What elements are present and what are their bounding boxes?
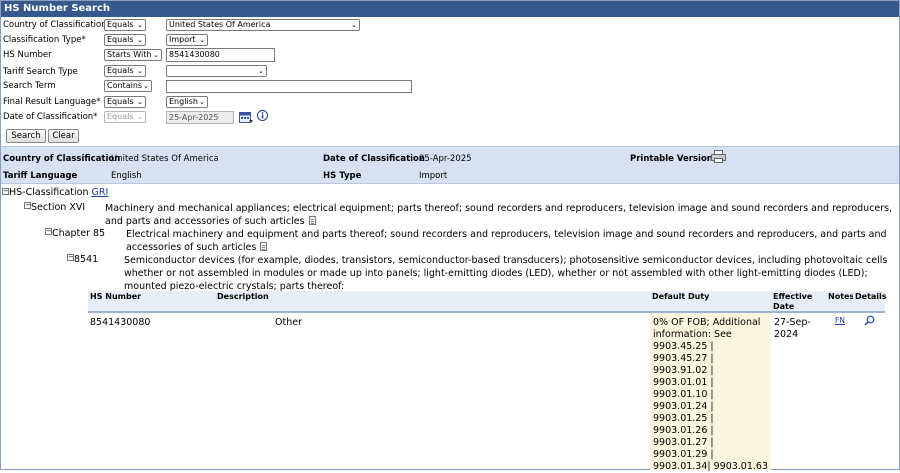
col-details: Details bbox=[853, 291, 887, 313]
tariff-search-type-operator-select[interactable]: Equals ⌄ bbox=[104, 65, 146, 77]
country-select[interactable]: United States Of America ⌄ bbox=[166, 19, 360, 31]
final-result-language-operator-value: Equals bbox=[107, 97, 134, 106]
summary-country-value: United States Of America bbox=[111, 154, 219, 164]
tariff-search-type-label: Tariff Search Type bbox=[3, 67, 78, 77]
fn-notes-link[interactable]: FN bbox=[835, 315, 845, 327]
date-operator-value: Equals bbox=[107, 112, 134, 121]
section-description: Machinery and mechanical appliances; ele… bbox=[105, 202, 898, 228]
tariff-search-type-select[interactable]: ⌄ bbox=[166, 65, 267, 77]
hs-number-input[interactable]: 8541430080 bbox=[166, 48, 275, 62]
collapse-root-toggle[interactable]: − bbox=[2, 188, 9, 195]
chevron-down-icon: ⌄ bbox=[137, 98, 143, 106]
chevron-down-icon: ⌄ bbox=[258, 67, 264, 75]
duty-line: 9903.01.27 | bbox=[653, 437, 714, 448]
collapse-heading-toggle[interactable]: − bbox=[67, 254, 74, 261]
duty-line: 9903.01.29 | bbox=[653, 449, 714, 460]
duty-line: 9903.91.02 | bbox=[653, 365, 714, 376]
summary-date-label: Date of Classification bbox=[323, 154, 425, 164]
duty-line: 9903.01.25 | bbox=[653, 413, 714, 424]
classification-type-operator-value: Equals bbox=[107, 35, 134, 44]
row-description: Other bbox=[275, 317, 302, 328]
page-title: HS Number Search bbox=[1, 1, 899, 17]
chevron-down-icon: ⌄ bbox=[199, 98, 205, 106]
col-default-duty: Default Duty bbox=[650, 291, 771, 313]
classification-type-select[interactable]: Import ⌄ bbox=[166, 34, 208, 46]
row-hs-number: 8541430080 bbox=[90, 317, 151, 328]
tree-root-label: HS-Classification bbox=[9, 187, 89, 198]
country-operator-select[interactable]: Equals ⌄ bbox=[104, 19, 146, 31]
calendar-icon[interactable] bbox=[239, 111, 253, 124]
date-operator-select: Equals ⌄ bbox=[104, 111, 146, 123]
printable-version-label: Printable Version bbox=[630, 154, 713, 164]
duty-line: information: See bbox=[653, 329, 732, 340]
hs-number-label: HS Number bbox=[3, 50, 52, 60]
country-operator-value: Equals bbox=[107, 20, 134, 29]
chevron-down-icon: ⌄ bbox=[153, 51, 159, 59]
chevron-down-icon: ⌄ bbox=[137, 67, 143, 75]
classification-type-value: Import bbox=[169, 35, 196, 44]
search-term-input[interactable] bbox=[166, 80, 412, 93]
gri-link[interactable]: GRI bbox=[92, 187, 109, 198]
document-note-icon[interactable] bbox=[260, 242, 268, 251]
search-term-label: Search Term bbox=[3, 81, 56, 91]
summary-country-label: Country of Classification bbox=[3, 154, 121, 164]
final-result-language-select[interactable]: English ⌄ bbox=[166, 96, 208, 108]
search-term-operator-value: Contains bbox=[107, 81, 143, 90]
duty-line: 9903.45.25 | bbox=[653, 341, 714, 352]
col-description: Description bbox=[215, 291, 650, 313]
row-default-duty: 0% OF FOB; Additional information: See 990… bbox=[653, 317, 771, 473]
col-effective-date: Effective Date bbox=[771, 291, 826, 313]
chevron-down-icon: ⌄ bbox=[199, 36, 205, 44]
classification-type-label: Classification Type* bbox=[3, 35, 86, 45]
search-term-operator-select[interactable]: Contains ⌄ bbox=[104, 80, 152, 92]
chevron-down-icon: ⌄ bbox=[137, 36, 143, 44]
magnifier-details-icon[interactable] bbox=[864, 315, 875, 326]
chevron-down-icon: ⌄ bbox=[143, 82, 149, 90]
duty-line: 9903.01.34| 9903.01.63 bbox=[653, 461, 769, 472]
summary-date-value: 25-Apr-2025 bbox=[419, 154, 472, 164]
row-effective-date: 27-Sep-2024 bbox=[774, 317, 811, 340]
chapter-description: Electrical machinery and equipment and p… bbox=[126, 228, 898, 254]
final-result-language-value: English bbox=[169, 97, 198, 106]
chevron-down-icon: ⌄ bbox=[137, 113, 143, 121]
chevron-down-icon: ⌄ bbox=[137, 21, 143, 29]
printer-icon[interactable] bbox=[711, 150, 726, 163]
summary-hs-type-label: HS Type bbox=[323, 171, 362, 181]
section-description-text: Machinery and mechanical appliances; ele… bbox=[105, 203, 893, 227]
clear-button[interactable]: Clear bbox=[48, 129, 79, 143]
tree-root: HS-Classification GRI bbox=[9, 187, 108, 198]
collapse-section-toggle[interactable]: − bbox=[24, 202, 31, 209]
info-icon[interactable] bbox=[257, 110, 268, 121]
date-of-classification-label: Date of Classification* bbox=[3, 112, 98, 122]
col-notes: Notes bbox=[826, 291, 854, 313]
date-input: 25-Apr-2025 bbox=[166, 111, 234, 124]
col-hs-number: HS Number bbox=[88, 291, 215, 313]
hs-number-operator-value: Starts With bbox=[107, 50, 152, 59]
final-result-language-label: Final Result Language* bbox=[3, 97, 101, 107]
chevron-down-icon: ⌄ bbox=[351, 21, 357, 29]
document-note-icon[interactable] bbox=[308, 216, 316, 225]
duty-line: 0% OF FOB; Additional bbox=[653, 317, 761, 328]
heading-label: 8541 bbox=[74, 254, 99, 265]
collapse-chapter-toggle[interactable]: − bbox=[45, 228, 52, 235]
country-value: United States Of America bbox=[169, 20, 271, 29]
country-label: Country of Classification* bbox=[3, 20, 111, 30]
duty-line: 9903.01.26 | bbox=[653, 425, 714, 436]
classification-type-operator-select[interactable]: Equals ⌄ bbox=[104, 34, 146, 46]
chapter-description-text: Electrical machinery and equipment and p… bbox=[126, 229, 887, 253]
duty-line: 9903.01.24 | bbox=[653, 401, 714, 412]
hs-number-operator-select[interactable]: Starts With ⌄ bbox=[104, 49, 162, 61]
summary-tariff-language-label: Tariff Language bbox=[3, 171, 78, 181]
section-label: Section XVI bbox=[31, 202, 86, 213]
summary-tariff-language-value: English bbox=[111, 171, 142, 181]
duty-line: 9903.45.27 | bbox=[653, 353, 714, 364]
search-button[interactable]: Search bbox=[6, 129, 46, 143]
heading-description: Semiconductor devices (for example, diod… bbox=[124, 255, 888, 292]
duty-line: 9903.01.01 | bbox=[653, 377, 714, 388]
final-result-language-operator-select[interactable]: Equals ⌄ bbox=[104, 96, 146, 108]
chapter-label: Chapter 85 bbox=[52, 228, 106, 239]
summary-hs-type-value: Import bbox=[419, 171, 448, 181]
duty-line: 9903.01.10 | bbox=[653, 389, 714, 400]
tariff-search-type-operator-value: Equals bbox=[107, 66, 134, 75]
